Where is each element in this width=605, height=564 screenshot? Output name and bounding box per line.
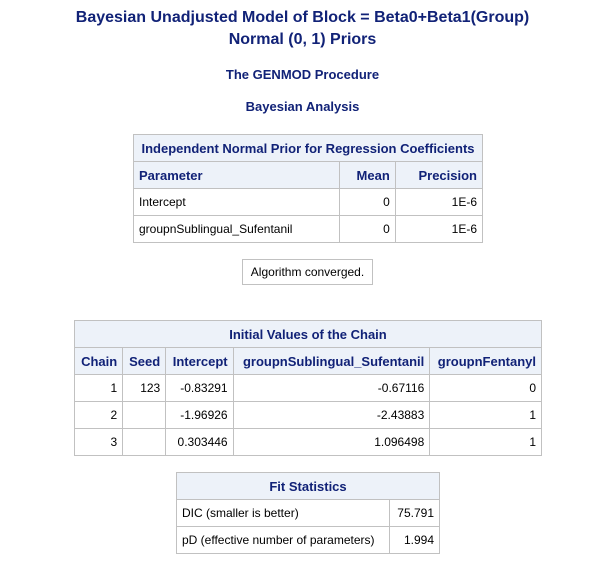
table-header-row: Chain Seed Intercept groupnSublingual_Su… [73, 347, 542, 375]
table-cell: -0.83291 [165, 374, 234, 402]
analysis-title: Bayesian Analysis [245, 99, 360, 114]
table-row: groupnSublingual_Sufentanil 0 1E-6 [132, 215, 484, 243]
table-cell: -1.96926 [165, 401, 234, 429]
table-cell: DIC (smaller is better) [175, 499, 391, 527]
table-cell: 1E-6 [394, 188, 484, 216]
fit-statistics-caption: Fit Statistics [176, 472, 440, 500]
fit-statistics-table: Fit Statistics DIC (smaller is better) 7… [175, 472, 440, 554]
report-subtitle: Normal (0, 1) Priors [228, 31, 377, 48]
table-caption-row: Fit Statistics [176, 472, 440, 500]
table-row: DIC (smaller is better) 75.791 [175, 499, 440, 527]
procedure-title: The GENMOD Procedure [225, 67, 380, 82]
column-header: Chain [73, 347, 124, 375]
table-row: 3 0.303446 1.096498 1 [73, 428, 542, 456]
table-cell [122, 401, 167, 429]
table-cell: pD (effective number of parameters) [175, 526, 391, 554]
table-cell: 1 [73, 374, 124, 402]
table-cell: 0.303446 [165, 428, 234, 456]
table-row: 1 123 -0.83291 -0.67116 0 [73, 374, 542, 402]
convergence-note: Algorithm converged. [242, 259, 373, 285]
table-header-row: Parameter Mean Precision [132, 161, 484, 189]
table-cell: 75.791 [389, 499, 440, 527]
table-cell: 1 [429, 401, 542, 429]
table-cell: 1.096498 [232, 428, 431, 456]
column-header: groupnFentanyl [429, 347, 542, 375]
table-caption-row: Independent Normal Prior for Regression … [133, 134, 483, 162]
prior-table-caption: Independent Normal Prior for Regression … [133, 134, 483, 162]
table-cell: 1E-6 [394, 215, 484, 243]
table-cell: Intercept [132, 188, 341, 216]
table-cell: 0 [339, 188, 396, 216]
table-cell: 1.994 [389, 526, 440, 554]
table-cell: 0 [339, 215, 396, 243]
prior-table: Independent Normal Prior for Regression … [132, 134, 484, 243]
table-row: Intercept 0 1E-6 [132, 188, 484, 216]
table-row: pD (effective number of parameters) 1.99… [175, 526, 440, 554]
table-cell: groupnSublingual_Sufentanil [132, 215, 341, 243]
initial-values-table: Initial Values of the Chain Chain Seed I… [73, 320, 542, 456]
table-cell: 123 [122, 374, 167, 402]
report-title: Bayesian Unadjusted Model of Block = Bet… [75, 9, 530, 26]
column-header: Mean [339, 161, 396, 189]
table-cell: 1 [429, 428, 542, 456]
table-cell: 0 [429, 374, 542, 402]
table-row: 2 -1.96926 -2.43883 1 [73, 401, 542, 429]
column-header: Parameter [132, 161, 341, 189]
initial-values-caption: Initial Values of the Chain [74, 320, 542, 348]
table-cell: 3 [73, 428, 124, 456]
column-header: Intercept [165, 347, 234, 375]
table-cell: -2.43883 [232, 401, 431, 429]
column-header: groupnSublingual_Sufentanil [232, 347, 431, 375]
column-header: Seed [122, 347, 167, 375]
table-caption-row: Initial Values of the Chain [74, 320, 542, 348]
table-cell: 2 [73, 401, 124, 429]
column-header: Precision [394, 161, 484, 189]
table-cell: -0.67116 [232, 374, 431, 402]
table-cell [122, 428, 167, 456]
